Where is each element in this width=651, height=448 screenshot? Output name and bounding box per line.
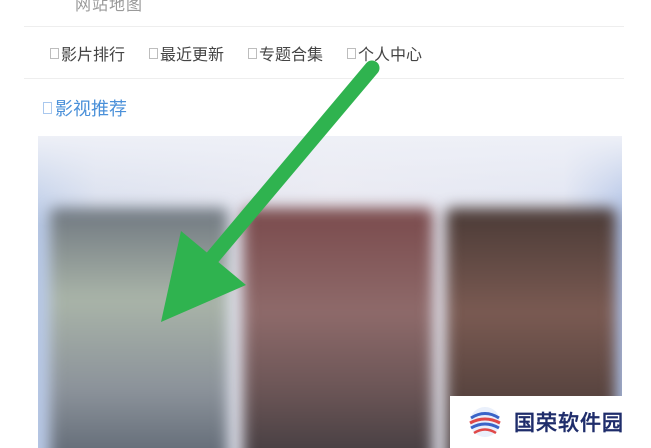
movie-poster-1[interactable] bbox=[50, 208, 228, 448]
section-title-label: 影视推荐 bbox=[55, 99, 127, 120]
placeholder-icon bbox=[149, 47, 159, 59]
nav-item-label: 个人中心 bbox=[358, 45, 423, 64]
watermark: 国荣软件园 bbox=[450, 396, 651, 448]
placeholder-icon bbox=[43, 102, 52, 114]
nav-item-label: 最近更新 bbox=[160, 45, 225, 64]
movie-poster-2[interactable] bbox=[243, 208, 433, 448]
nav-item-recent-updates[interactable]: 最近更新 bbox=[149, 41, 224, 65]
placeholder-icon bbox=[347, 47, 357, 59]
placeholder-icon bbox=[248, 47, 258, 59]
watermark-text: 国荣软件园 bbox=[514, 411, 624, 435]
divider-nav bbox=[24, 78, 624, 79]
globe-logo-icon bbox=[469, 407, 501, 437]
section-title[interactable]: 影视推荐 bbox=[43, 95, 127, 121]
divider-top bbox=[24, 26, 624, 27]
nav-bar: 影片排行 最近更新 专题合集 个人中心 bbox=[50, 41, 446, 65]
nav-item-ranking[interactable]: 影片排行 bbox=[50, 41, 125, 65]
nav-item-topics[interactable]: 专题合集 bbox=[248, 41, 323, 65]
nav-item-label: 影片排行 bbox=[61, 45, 126, 64]
nav-item-label: 专题合集 bbox=[259, 45, 324, 64]
placeholder-icon bbox=[50, 47, 59, 59]
site-map-link[interactable]: 网站地图 bbox=[75, 0, 143, 15]
nav-item-user-center[interactable]: 个人中心 bbox=[347, 41, 422, 65]
